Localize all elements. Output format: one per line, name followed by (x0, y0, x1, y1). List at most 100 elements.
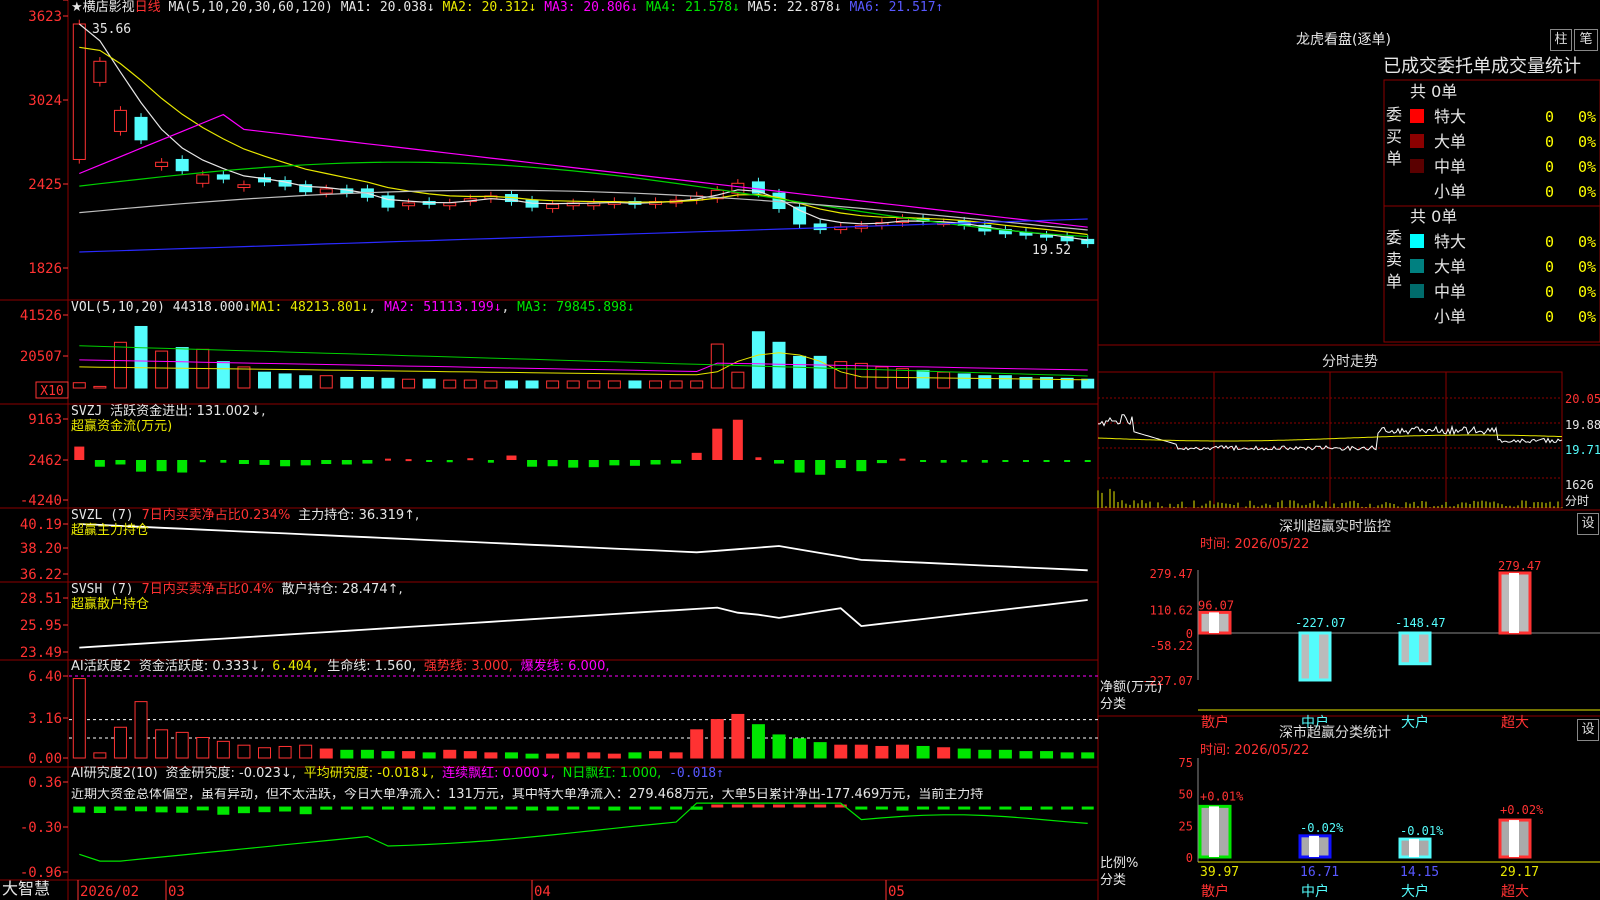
price-tick-label: 3623 (28, 9, 62, 25)
ai2-bar (464, 806, 477, 810)
volume-bar (381, 377, 395, 389)
intraday-price-mid: 19.88 (1565, 418, 1600, 432)
svzj-bar (1064, 460, 1071, 462)
ai2-bar (423, 806, 436, 810)
ai2-bar (875, 806, 888, 810)
vol-value: 44318.000↓ (172, 300, 252, 315)
svzl-hold: 主力持仓: 36.319↑, (298, 508, 420, 523)
buy-row-count: 0 (1545, 183, 1554, 201)
buy-vertical-label: 单 (1386, 149, 1402, 168)
ai2-a: 资金研究度: -0.023↓, (165, 766, 296, 781)
ai2-bar (1061, 806, 1074, 810)
vol-scale-label: X10 (40, 384, 63, 399)
ai2-bar (505, 806, 518, 810)
volume-bar (998, 375, 1012, 389)
ai2-bar (937, 806, 950, 810)
volume-bar (443, 379, 457, 389)
monitor-bar-highlight (1409, 633, 1419, 664)
ai2-bar (526, 806, 539, 811)
ai1-bar (813, 742, 827, 759)
ai2-bar (855, 806, 868, 810)
ai2-bar (155, 806, 168, 813)
ai1-bar (134, 701, 148, 759)
monitor-ylabel: 净额(万元) (1100, 680, 1163, 695)
svzj-bar (961, 460, 968, 463)
sell-row-name: 大单 (1434, 257, 1466, 276)
volume-bars (72, 325, 1095, 389)
classify-category: 大户 (1401, 883, 1429, 900)
volume-bar (566, 380, 580, 389)
intraday-title: 分时走势 (1322, 354, 1378, 370)
svzj-bar (650, 460, 661, 465)
svzj-bar (1043, 460, 1050, 462)
monitor-bar-highlight (1209, 612, 1219, 633)
brand-logo: 大智慧 (2, 879, 51, 898)
classify-bar-highlight (1309, 835, 1319, 857)
monitor-settings-button[interactable]: 设 (1577, 513, 1599, 535)
tick-view-button[interactable]: 笔 (1574, 29, 1598, 51)
ma2-value: MA2: 20.312↓ (442, 0, 537, 15)
svzl-pct: 7日内买卖净占比0.234% (141, 508, 291, 523)
svzj-bar (426, 460, 433, 462)
volume-bar (587, 380, 601, 389)
classify-settings-button[interactable]: 设 (1577, 719, 1599, 741)
ai1-bar (278, 745, 292, 759)
svsh-tick-label: 23.49 (20, 645, 62, 661)
svzj-bar (259, 460, 270, 465)
chart-canvas[interactable]: 3623 3024 2425 1826 41526 20507 X10 X10 9163 2462… (0, 0, 1600, 900)
ai1-bar (504, 752, 518, 759)
classify-change-label: +0.01% (1200, 789, 1244, 803)
monitor-xlabel: 分类 (1100, 697, 1127, 712)
candle-body (113, 109, 127, 132)
volume-bar (134, 325, 148, 389)
ai1-bar (1019, 751, 1033, 759)
buy-row-pct: 0% (1578, 183, 1596, 201)
ai1-bar (957, 748, 971, 759)
candle-body (237, 184, 251, 189)
date-label: 2026/02 (80, 884, 139, 900)
analysis-comment: 近期大资金总体偏空，虽有异动，但不太活跃，今日大单净流入：131万元，其中特大单… (71, 788, 984, 802)
volume-bar (607, 380, 621, 389)
ai1-bar (916, 745, 930, 759)
ma1-value: MA1: 20.038↓ (340, 0, 435, 15)
ai1-tick-label: 6.40 (28, 669, 62, 685)
ai1-bar (319, 748, 333, 759)
ai1-bars (72, 678, 1095, 759)
svzj-bar (671, 460, 682, 464)
svzj-bar (732, 419, 743, 460)
volume-bar (113, 341, 127, 389)
vol-tick-label: 41526 (20, 308, 62, 324)
classify-title: 深市超赢分类统计 (1279, 725, 1391, 741)
svzj-bar (1022, 460, 1029, 462)
ai2-bar (999, 806, 1012, 810)
svzj-bar (467, 458, 474, 461)
sell-row-pct: 0% (1578, 283, 1596, 301)
price-tick-label: 2425 (28, 177, 62, 193)
svsh-hold: 散户持仓: 28.474↑, (281, 582, 403, 597)
monitor-ytick: 279.47 (1150, 567, 1193, 581)
svzj-bar (940, 460, 947, 463)
svzj-bar (362, 460, 373, 464)
ai1-a: 资金活跃度: 0.333↓, (138, 659, 265, 674)
ma6-line (79, 218, 1088, 253)
svzj-bar (506, 455, 517, 460)
ai1-bar (546, 753, 560, 759)
sell-vertical-label: 单 (1386, 272, 1402, 291)
candle-body (216, 174, 230, 180)
svsh-header: SVSH (7) 7日内买卖净占比0.4% 散户持仓: 28.474↑, (71, 583, 403, 597)
svzj-bar (321, 460, 332, 465)
svzj-bar (238, 460, 249, 465)
svzl-header: SVZL (7) 7日内买卖净占比0.234% 主力持仓: 36.319↑, (71, 509, 419, 523)
column-view-button[interactable]: 柱 (1550, 29, 1572, 51)
svzl-tick-label: 36.22 (20, 567, 62, 583)
ma2-line (79, 46, 1088, 236)
volume-bar (278, 373, 292, 389)
classify-category: 超大 (1501, 884, 1529, 900)
svzj-bars (74, 419, 1091, 475)
buy-row-swatch (1410, 109, 1424, 123)
buy-total: 共 0单 (1410, 82, 1457, 101)
ai2-d: N日飘红: 1.000, (562, 766, 662, 781)
candle-body (813, 223, 827, 231)
buy-row-name: 特大 (1434, 107, 1466, 126)
ai2-c: 连续飘红: 0.000↓, (442, 766, 555, 781)
